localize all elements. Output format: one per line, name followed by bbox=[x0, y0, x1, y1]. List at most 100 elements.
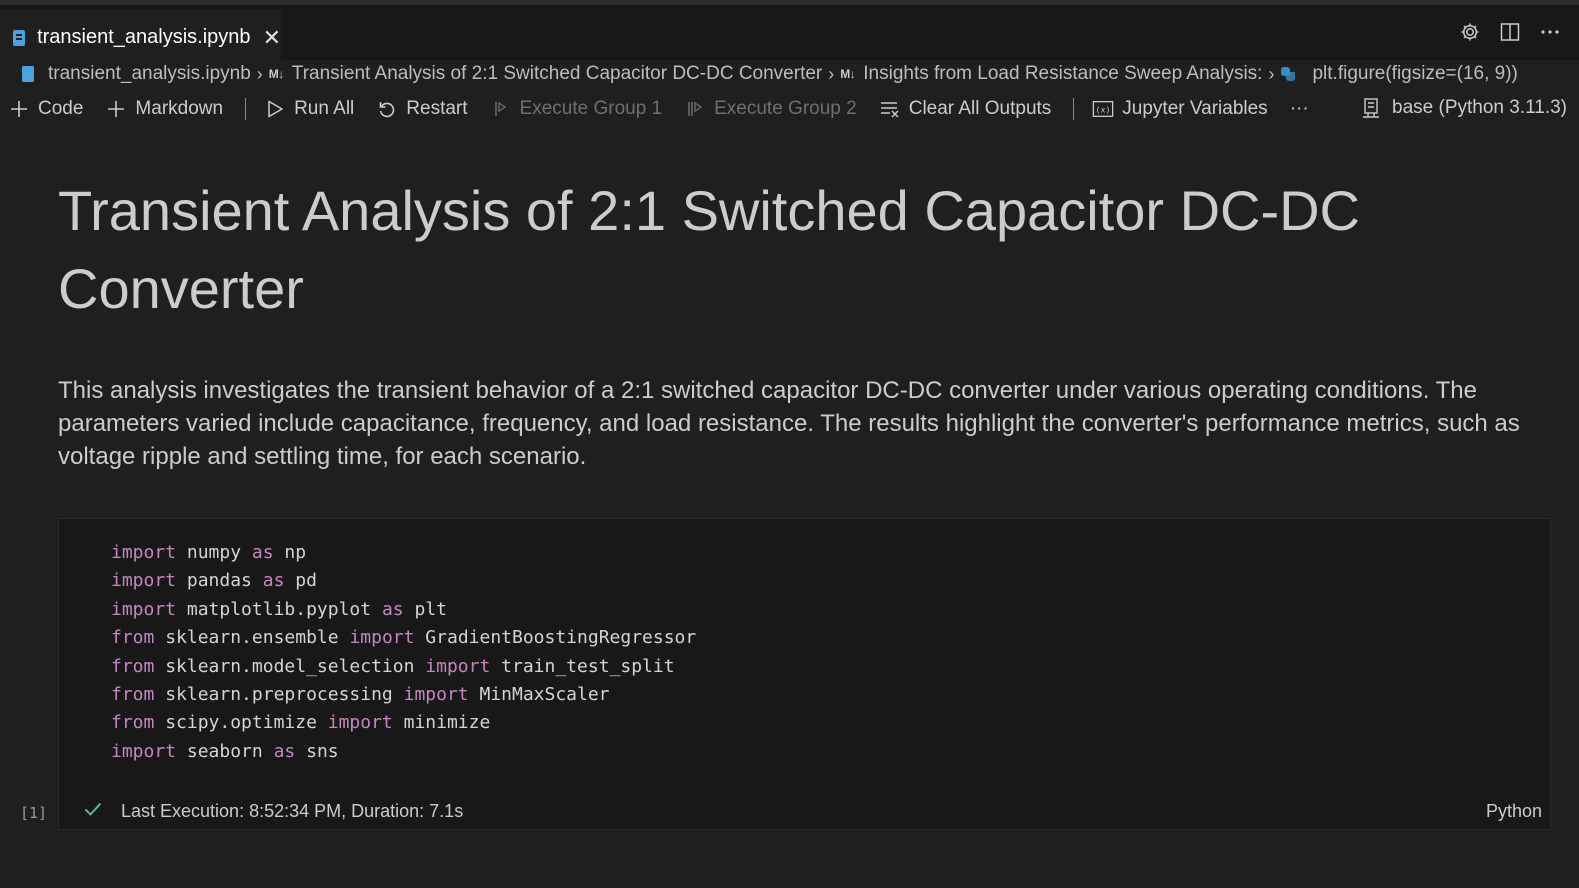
execute-group-2-button[interactable]: Execute Group 2 bbox=[684, 98, 857, 120]
execution-status: Last Execution: 8:52:34 PM, Duration: 7.… bbox=[121, 801, 464, 821]
tab-label: transient_analysis.ipynb bbox=[37, 26, 251, 48]
code-text: sklearn.ensemble bbox=[154, 627, 350, 649]
code-text: plt bbox=[403, 598, 447, 620]
variables-icon: (x) bbox=[1092, 98, 1114, 120]
code-cell[interactable]: import numpy as np import pandas as pd imp… bbox=[58, 518, 1551, 830]
code-line: import matplotlib.pyplot as plt bbox=[111, 596, 696, 624]
code-text: minimize bbox=[392, 712, 491, 734]
restart-icon bbox=[376, 98, 398, 120]
plus-icon bbox=[8, 98, 30, 120]
code-line: from sklearn.model_selection import trai… bbox=[111, 653, 696, 681]
code-editor[interactable]: import numpy as np import pandas as pd imp… bbox=[111, 539, 696, 766]
check-icon bbox=[83, 799, 103, 819]
play-icon bbox=[264, 98, 286, 120]
code-text: scipy.optimize bbox=[154, 712, 328, 734]
code-keyword: import bbox=[349, 627, 415, 649]
gear-icon[interactable] bbox=[1459, 21, 1481, 43]
editor-actions bbox=[1459, 21, 1561, 43]
code-keyword: from bbox=[111, 712, 155, 734]
code-text: sklearn.preprocessing bbox=[154, 684, 404, 706]
chevron-right-icon: › bbox=[1268, 63, 1275, 84]
clear-all-icon bbox=[879, 98, 901, 120]
code-keyword: as bbox=[251, 542, 274, 563]
code-text: MinMaxScaler bbox=[468, 684, 610, 706]
code-keyword: import bbox=[111, 570, 177, 592]
cell-language[interactable]: Python bbox=[1486, 801, 1542, 822]
ellipsis-icon: ··· bbox=[1289, 98, 1309, 119]
chevron-right-icon: › bbox=[256, 63, 263, 84]
clear-all-outputs-label: Clear All Outputs bbox=[908, 98, 1052, 119]
chevron-right-icon: › bbox=[828, 63, 835, 84]
run-all-label: Run All bbox=[294, 98, 355, 119]
restart-label: Restart bbox=[406, 98, 468, 119]
jupyter-variables-label: Jupyter Variables bbox=[1122, 98, 1268, 119]
breadcrumb: transient_analysis.ipynb › M↓ Transient … bbox=[0, 60, 1579, 88]
code-keyword: import bbox=[111, 598, 177, 620]
code-keyword: import bbox=[425, 655, 491, 677]
breadcrumb-subheading[interactable]: Insights from Load Resistance Sweep Anal… bbox=[863, 63, 1262, 85]
code-text: pandas bbox=[176, 570, 263, 592]
execution-count: [1] bbox=[20, 804, 48, 822]
code-line: import pandas as pd bbox=[111, 567, 696, 595]
plus-icon bbox=[105, 98, 127, 120]
code-keyword: import bbox=[403, 684, 469, 706]
add-markdown-label: Markdown bbox=[135, 98, 224, 119]
cell-status-bar: Last Execution: 8:52:34 PM, Duration: 7.… bbox=[59, 793, 1550, 829]
code-keyword: import bbox=[111, 740, 177, 762]
code-text: numpy bbox=[176, 542, 252, 563]
code-line: from scipy.optimize import minimize bbox=[111, 709, 696, 737]
code-line: from sklearn.ensemble import GradientBoo… bbox=[111, 624, 696, 652]
code-keyword: from bbox=[111, 627, 155, 649]
code-line: import numpy as np bbox=[111, 539, 696, 567]
code-keyword: from bbox=[111, 655, 155, 677]
kernel-icon bbox=[1360, 97, 1382, 119]
split-editor-icon[interactable] bbox=[1499, 21, 1521, 43]
notebook-file-icon bbox=[12, 29, 26, 47]
svg-text:(x): (x) bbox=[1096, 105, 1111, 115]
breadcrumb-file[interactable]: transient_analysis.ipynb bbox=[48, 63, 251, 85]
code-text: sklearn.model_selection bbox=[154, 655, 426, 677]
close-icon[interactable]: ✕ bbox=[263, 26, 281, 49]
breadcrumb-heading[interactable]: Transient Analysis of 2:1 Switched Capac… bbox=[292, 63, 822, 85]
code-text: train_test_split bbox=[490, 655, 675, 677]
more-actions-icon[interactable] bbox=[1539, 21, 1561, 43]
execute-group-icon bbox=[684, 98, 706, 120]
code-keyword: as bbox=[381, 598, 404, 620]
tab-transient-analysis[interactable]: transient_analysis.ipynb ✕ bbox=[0, 9, 281, 65]
kernel-label: base (Python 3.11.3) bbox=[1392, 97, 1567, 118]
code-keyword: import bbox=[111, 542, 177, 563]
add-code-label: Code bbox=[38, 98, 84, 119]
clear-all-outputs-button[interactable]: Clear All Outputs bbox=[879, 98, 1052, 120]
add-markdown-cell-button[interactable]: Markdown bbox=[105, 98, 223, 120]
run-all-button[interactable]: Run All bbox=[264, 98, 354, 120]
execute-group-1-button[interactable]: Execute Group 1 bbox=[490, 98, 663, 120]
python-icon bbox=[1280, 66, 1296, 82]
code-keyword: as bbox=[262, 570, 285, 592]
notebook-file-icon bbox=[22, 66, 34, 82]
toolbar-more-button[interactable]: ··· bbox=[1290, 98, 1309, 120]
toolbar-divider bbox=[1073, 98, 1075, 120]
code-keyword: import bbox=[327, 712, 393, 734]
toolbar-divider bbox=[245, 98, 247, 120]
code-keyword: from bbox=[111, 684, 155, 706]
breadcrumb-cell[interactable]: plt.figure(figsize=(16, 9)) bbox=[1312, 63, 1517, 85]
intro-paragraph: This analysis investigates the transient… bbox=[58, 377, 1520, 470]
execute-group-2-label: Execute Group 2 bbox=[714, 98, 857, 119]
code-text: np bbox=[273, 542, 307, 563]
code-line: from sklearn.preprocessing import MinMax… bbox=[111, 681, 696, 709]
code-text: GradientBoostingRegressor bbox=[414, 627, 697, 649]
jupyter-variables-button[interactable]: (x) Jupyter Variables bbox=[1092, 98, 1268, 120]
kernel-picker[interactable]: base (Python 3.11.3) bbox=[1360, 97, 1567, 119]
markdown-icon: M↓ bbox=[268, 67, 285, 81]
execute-group-1-label: Execute Group 1 bbox=[519, 98, 663, 119]
code-text: seaborn bbox=[176, 740, 274, 762]
restart-button[interactable]: Restart bbox=[376, 98, 468, 120]
code-text: matplotlib.pyplot bbox=[176, 598, 382, 620]
execute-group-icon bbox=[490, 98, 512, 120]
tab-bar: transient_analysis.ipynb ✕ bbox=[0, 0, 1579, 65]
markdown-icon: M↓ bbox=[840, 67, 856, 81]
add-code-cell-button[interactable]: Code bbox=[8, 98, 83, 120]
code-text: sns bbox=[295, 740, 339, 762]
notebook-title: Transient Analysis of 2:1 Switched Capac… bbox=[58, 179, 1360, 320]
notebook-toolbar: Code Markdown Run All Restart Execute Gr… bbox=[0, 90, 1579, 128]
